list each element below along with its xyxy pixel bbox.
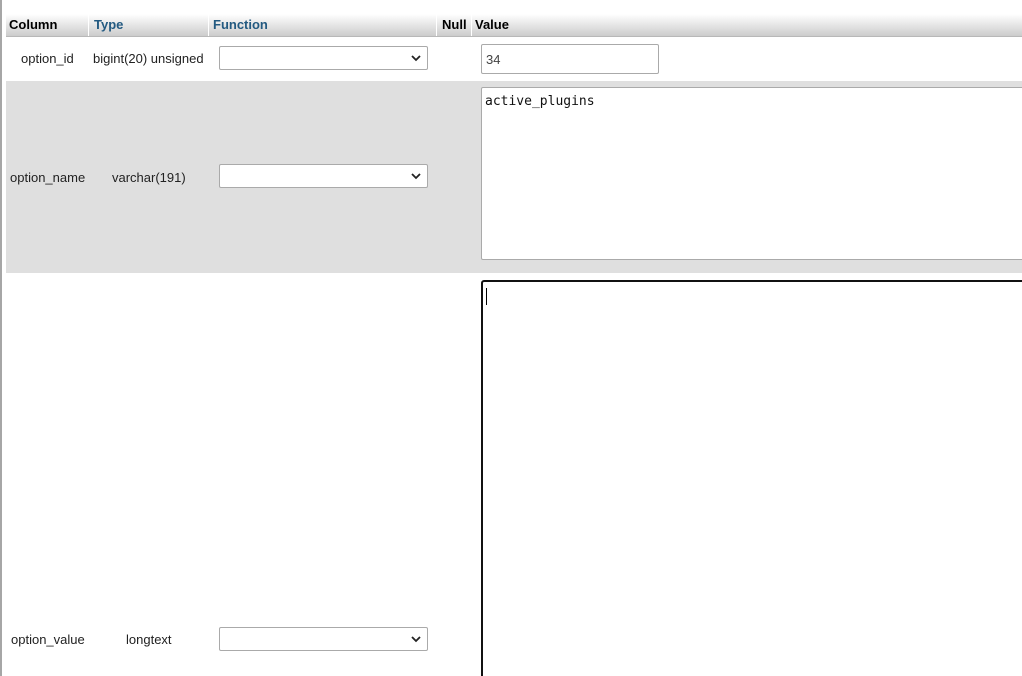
header-value: Value <box>475 17 509 32</box>
function-select[interactable] <box>219 46 428 70</box>
column-name: option_name <box>10 170 86 185</box>
table-header: Column Type Function Null Value <box>6 14 1022 37</box>
column-name: option_value <box>11 632 85 647</box>
table-row: option_value longtext <box>6 276 1022 676</box>
value-textarea[interactable]: active_plugins <box>481 87 1022 260</box>
column-type: bigint(20) unsigned <box>93 51 204 66</box>
insert-edit-form: Column Type Function Null Value option_i… <box>0 0 1022 676</box>
function-select[interactable] <box>219 627 428 651</box>
column-type: varchar(191) <box>112 170 186 185</box>
header-type[interactable]: Type <box>91 14 209 36</box>
header-column: Column <box>6 14 89 36</box>
panel-left-border <box>0 0 2 676</box>
column-type: longtext <box>126 632 172 647</box>
column-name: option_id <box>21 51 74 66</box>
header-null: Null <box>439 14 472 36</box>
table-row: option_name varchar(191) active_plugins <box>6 81 1022 273</box>
chevron-down-icon <box>411 55 421 62</box>
function-select[interactable] <box>219 164 428 188</box>
chevron-down-icon <box>411 636 421 643</box>
header-function[interactable]: Function <box>210 14 437 36</box>
value-textarea-focused[interactable] <box>481 280 1022 676</box>
value-input[interactable] <box>481 44 659 74</box>
chevron-down-icon <box>411 173 421 180</box>
text-caret <box>486 288 487 305</box>
table-row: option_id bigint(20) unsigned <box>6 38 1022 80</box>
